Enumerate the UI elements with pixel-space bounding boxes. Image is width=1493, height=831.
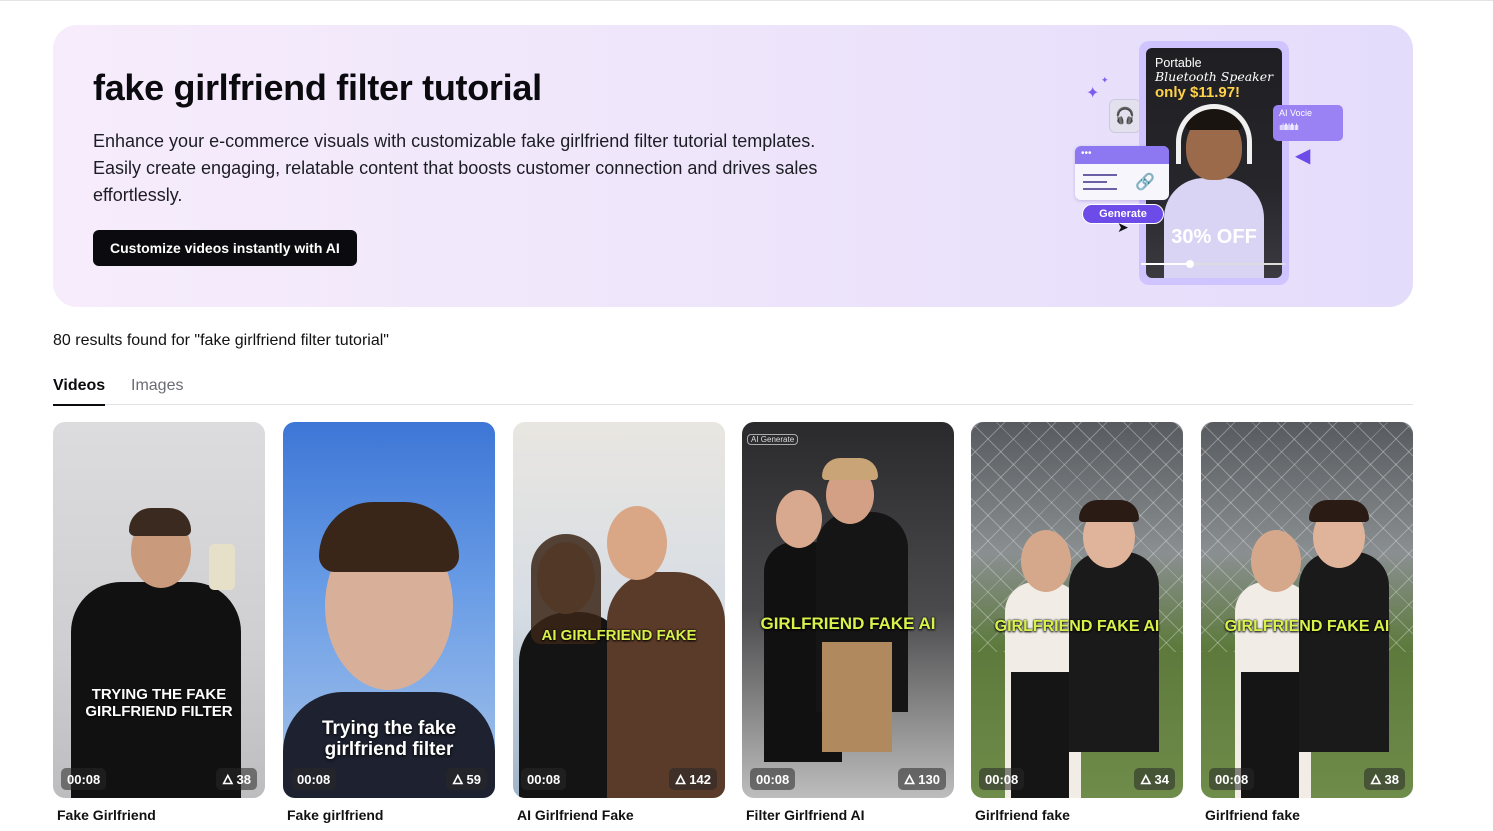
prompt-card: ••• 🔗	[1075, 146, 1169, 200]
flame-icon: 🜂	[1370, 772, 1382, 787]
video-card[interactable]: AI Generate GIRLFRIEND FAKE AI 00:08 🜂 13…	[742, 422, 954, 831]
link-icon: 🔗	[1135, 174, 1155, 191]
ai-voice-card: AI Vocie ıılıllılıllıılı	[1273, 105, 1343, 141]
text-lines-icon	[1083, 174, 1117, 195]
flame-icon: 🜂	[903, 772, 916, 787]
flame-icon: 🜂	[222, 772, 234, 787]
video-overlay-text: TRYING THE FAKE GIRLFRIEND FILTER	[85, 686, 233, 720]
waveform-icon: ıılıllılıllıılı	[1279, 122, 1299, 132]
video-thumbnail[interactable]: AI Generate GIRLFRIEND FAKE AI 00:08 🜂 13…	[742, 422, 954, 798]
headphones-icon	[1176, 104, 1252, 164]
video-duration: 00:08	[979, 768, 1025, 790]
flame-icon: 🜂	[1140, 772, 1152, 787]
video-card[interactable]: GIRLFRIEND FAKE AI 00:08 🜂 38 Girlfriend …	[1201, 422, 1413, 831]
ai-generate-tag: AI Generate	[747, 434, 799, 445]
video-duration: 00:08	[521, 768, 567, 790]
view-count: 🜂 142	[668, 768, 717, 790]
video-duration: 00:08	[750, 768, 796, 790]
video-thumbnail[interactable]: Trying the fake girlfriend filter 00:08 …	[283, 422, 495, 798]
tab-videos[interactable]: Videos	[53, 368, 106, 406]
video-duration: 00:08	[291, 768, 337, 790]
video-title[interactable]: Girlfriend fake	[975, 807, 1070, 823]
video-card[interactable]: GIRLFRIEND FAKE AI 00:08 🜂 34 Girlfriend …	[971, 422, 1183, 831]
video-thumbnail[interactable]: AI GIRLFRIEND FAKE 00:08 🜂 142	[513, 422, 725, 798]
video-duration: 00:08	[1209, 768, 1255, 790]
page-title: fake girlfriend filter tutorial	[93, 67, 542, 108]
view-count: 🜂 38	[216, 768, 257, 790]
video-overlay-text: AI GIRLFRIEND FAKE	[541, 627, 697, 644]
media-tabs: Videos Images	[53, 368, 1413, 406]
view-count: 🜂 130	[897, 768, 946, 790]
hero-banner: fake girlfriend filter tutorial Enhance …	[53, 25, 1413, 307]
flame-icon: 🜂	[452, 772, 464, 787]
video-title[interactable]: Filter Girlfriend AI	[746, 807, 865, 823]
banner-illustration: ✦ ✦ 🎧 Portable Bluetooth Speaker only $1…	[1073, 39, 1353, 295]
video-overlay-text: Trying the fake girlfriend filter	[321, 718, 457, 761]
customize-videos-button[interactable]: Customize videos instantly with AI	[93, 230, 357, 266]
video-thumbnail[interactable]: GIRLFRIEND FAKE AI 00:08 🜂 38	[1201, 422, 1413, 798]
video-scrubber	[1141, 260, 1286, 268]
video-overlay-text: GIRLFRIEND FAKE AI	[994, 618, 1160, 635]
video-title[interactable]: Fake girlfriend	[287, 807, 383, 823]
top-divider	[0, 0, 1493, 1]
tab-images[interactable]: Images	[131, 368, 183, 404]
video-title[interactable]: Girlfriend fake	[1205, 807, 1300, 823]
video-thumbnail[interactable]: GIRLFRIEND FAKE AI 00:08 🜂 34	[971, 422, 1183, 798]
view-count: 🜂 59	[446, 768, 487, 790]
view-count: 🜂 38	[1364, 768, 1405, 790]
sparkle-icon: ✦	[1086, 85, 1100, 102]
video-overlay-text: GIRLFRIEND FAKE AI	[760, 614, 936, 633]
product-price: only $11.97!	[1155, 84, 1241, 101]
discount-label: 30% OFF	[1171, 226, 1257, 248]
video-card[interactable]: AI GIRLFRIEND FAKE 00:08 🜂 142 AI Girlfri…	[513, 422, 725, 831]
cursor-icon: ➤	[1117, 219, 1129, 235]
product-caption: Portable Bluetooth Speaker only $11.97!	[1155, 56, 1274, 101]
video-duration: 00:08	[61, 768, 107, 790]
video-card[interactable]: TRYING THE FAKE GIRLFRIEND FILTER 00:08 …	[53, 422, 265, 831]
banner-description: Enhance your e-commerce visuals with cus…	[93, 131, 818, 205]
view-count: 🜂 34	[1134, 768, 1175, 790]
video-title[interactable]: Fake Girlfriend	[57, 807, 156, 823]
arrow-icon: ◀	[1295, 145, 1311, 167]
video-thumbnail[interactable]: TRYING THE FAKE GIRLFRIEND FILTER 00:08 …	[53, 422, 265, 798]
video-overlay-text: GIRLFRIEND FAKE AI	[1224, 618, 1390, 635]
sparkle-icon: ✦	[1101, 75, 1109, 85]
results-summary: 80 results found for "fake girlfriend fi…	[53, 332, 389, 349]
flame-icon: 🜂	[674, 772, 687, 787]
video-title[interactable]: AI Girlfriend Fake	[517, 807, 634, 823]
headset-icon: 🎧	[1109, 99, 1141, 133]
video-card[interactable]: Trying the fake girlfriend filter 00:08 …	[283, 422, 495, 831]
video-grid: TRYING THE FAKE GIRLFRIEND FILTER 00:08 …	[53, 422, 1413, 831]
